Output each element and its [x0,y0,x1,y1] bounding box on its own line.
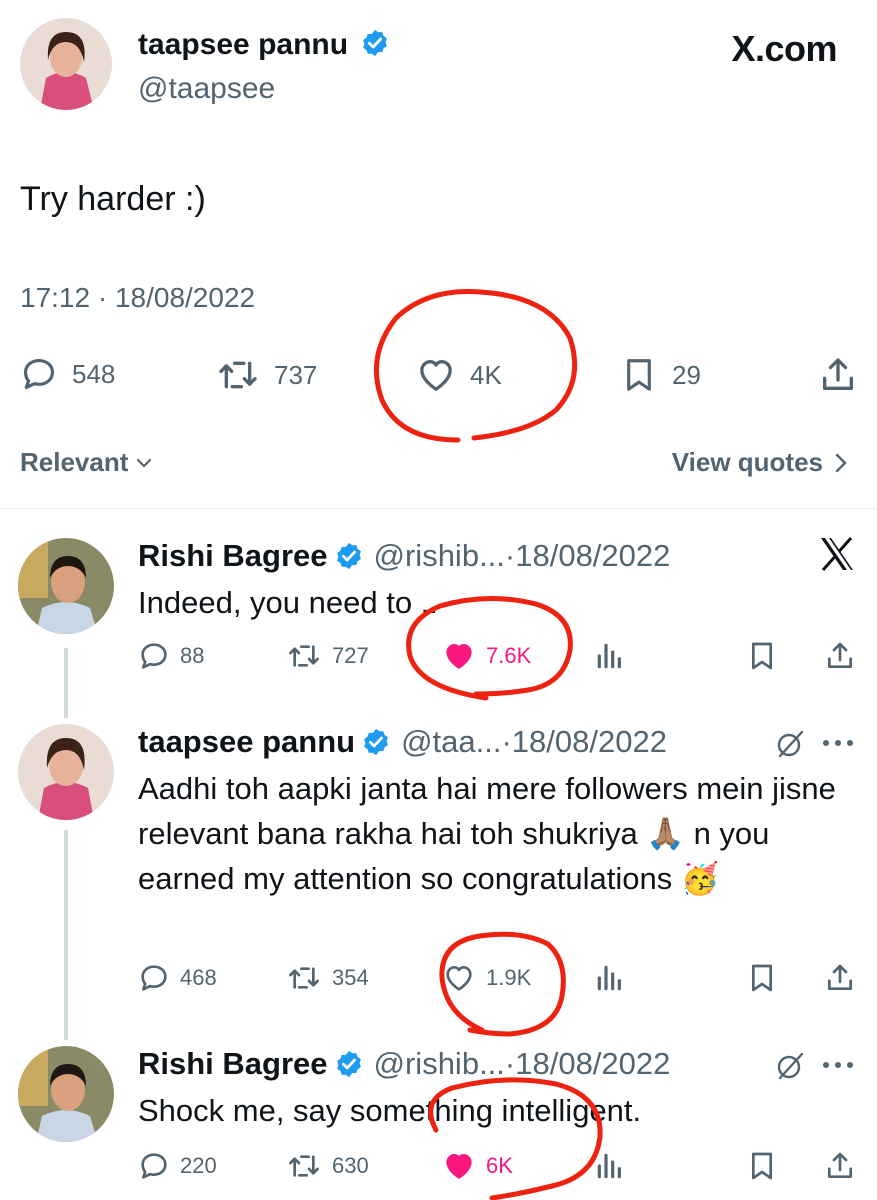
like-button[interactable]: 1.9K [442,962,531,994]
thread-line [64,830,68,1040]
share-icon [818,355,858,395]
author-name[interactable]: taapsee pannu [138,724,355,760]
avatar[interactable] [18,724,114,820]
reply-count: 220 [180,1153,217,1178]
bookmark-icon [746,1150,778,1182]
reply-date[interactable]: ·18/08/2022 [501,724,666,760]
repost-icon [216,355,260,395]
bookmark-button[interactable]: 29 [620,355,701,395]
reply-icon [138,962,170,994]
repost-button[interactable]: 630 [286,1150,369,1182]
chevron-right-icon [835,453,847,472]
reply-icon [138,640,170,672]
author-handle[interactable]: @taa... [401,724,501,760]
share-icon [824,640,856,672]
heart-icon [442,962,476,994]
more-icon[interactable] [820,1058,856,1072]
avatar[interactable] [18,538,114,634]
views-button[interactable] [594,640,626,672]
repost-icon [286,640,322,672]
reply-text: Shock me, say something intelligent. [138,1093,642,1128]
author-handle[interactable]: @rishib... [374,1046,505,1082]
like-button[interactable]: 7.6K [442,640,531,672]
reply-header: Rishi Bagree @rishib... ·18/08/2022 [138,538,670,574]
bookmark-button[interactable] [746,640,778,672]
thread-line [64,648,68,718]
x-logo-icon [821,537,853,571]
bookmark-count: 29 [672,359,701,390]
reply-count: 88 [180,643,205,668]
repost-count: 727 [332,643,369,668]
grok-icon[interactable] [774,728,806,760]
reply-button[interactable]: 468 [138,962,217,994]
x-logo: X.com [731,28,837,69]
repost-icon [286,1150,322,1182]
sort-dropdown[interactable]: Relevant [20,447,154,478]
divider [0,508,877,509]
bar-chart-icon [594,962,626,994]
like-count: 4K [470,359,502,390]
reply-button[interactable]: 548 [20,355,115,393]
reply-count: 468 [180,965,217,990]
reply-header: Rishi Bagree @rishib... ·18/08/2022 [138,1046,670,1082]
tweet-timestamp[interactable]: 17:12 · 18/08/2022 [20,282,255,314]
chevron-down-icon [137,458,152,468]
bar-chart-icon [594,640,626,672]
repost-icon [286,962,322,994]
reply-date[interactable]: ·18/08/2022 [505,538,670,574]
share-button[interactable] [824,962,856,994]
grok-icon[interactable] [774,1050,806,1082]
repost-button[interactable]: 737 [216,355,317,395]
author-name[interactable]: Rishi Bagree [138,1046,328,1082]
like-count: 1.9K [486,965,532,990]
verified-badge-icon [360,28,390,58]
repost-count: 737 [274,359,318,390]
share-icon [824,962,856,994]
reply-button[interactable]: 88 [138,640,204,672]
reply-text: Indeed, you need to .. [138,585,438,620]
share-button[interactable] [824,640,856,672]
heart-icon [416,355,456,395]
verified-badge-icon [361,727,391,757]
like-button[interactable]: 6K [442,1150,513,1182]
reply-header: taapsee pannu @taa... ·18/08/2022 [138,724,667,760]
author-handle[interactable]: @rishib... [374,538,505,574]
repost-count: 630 [332,1153,369,1178]
views-button[interactable] [594,1150,626,1182]
heart-filled-icon [442,1150,476,1182]
bookmark-button[interactable] [746,1150,778,1182]
bookmark-icon [620,355,658,395]
reply-date[interactable]: ·18/08/2022 [505,1046,670,1082]
repost-count: 354 [332,965,369,990]
heart-filled-icon [442,640,476,672]
bookmark-icon [746,962,778,994]
reply-button[interactable]: 220 [138,1150,217,1182]
bar-chart-icon [594,1150,626,1182]
like-button[interactable]: 4K [416,355,502,395]
bookmark-button[interactable] [746,962,778,994]
author-name[interactable]: Rishi Bagree [138,538,328,574]
author-name[interactable]: taapsee pannu [138,28,390,62]
tweet-text: Try harder :) [20,180,206,218]
bookmark-icon [746,640,778,672]
reply-icon [20,355,58,393]
share-button[interactable] [818,355,858,395]
avatar[interactable] [18,1046,114,1142]
reply-count: 548 [72,358,116,389]
share-icon [824,1150,856,1182]
more-icon[interactable] [820,736,856,750]
views-button[interactable] [594,962,626,994]
like-count: 6K [486,1153,513,1178]
share-button[interactable] [824,1150,856,1182]
view-quotes-link[interactable]: View quotes [672,447,849,478]
avatar[interactable] [20,18,112,110]
reply-icon [138,1150,170,1182]
reply-text: Aadhi toh aapki janta hai mere followers… [138,771,836,896]
repost-button[interactable]: 727 [286,640,369,672]
verified-badge-icon [334,1049,364,1079]
verified-badge-icon [334,541,364,571]
author-handle[interactable]: @taapsee [138,72,275,106]
like-count: 7.6K [486,643,532,668]
repost-button[interactable]: 354 [286,962,369,994]
